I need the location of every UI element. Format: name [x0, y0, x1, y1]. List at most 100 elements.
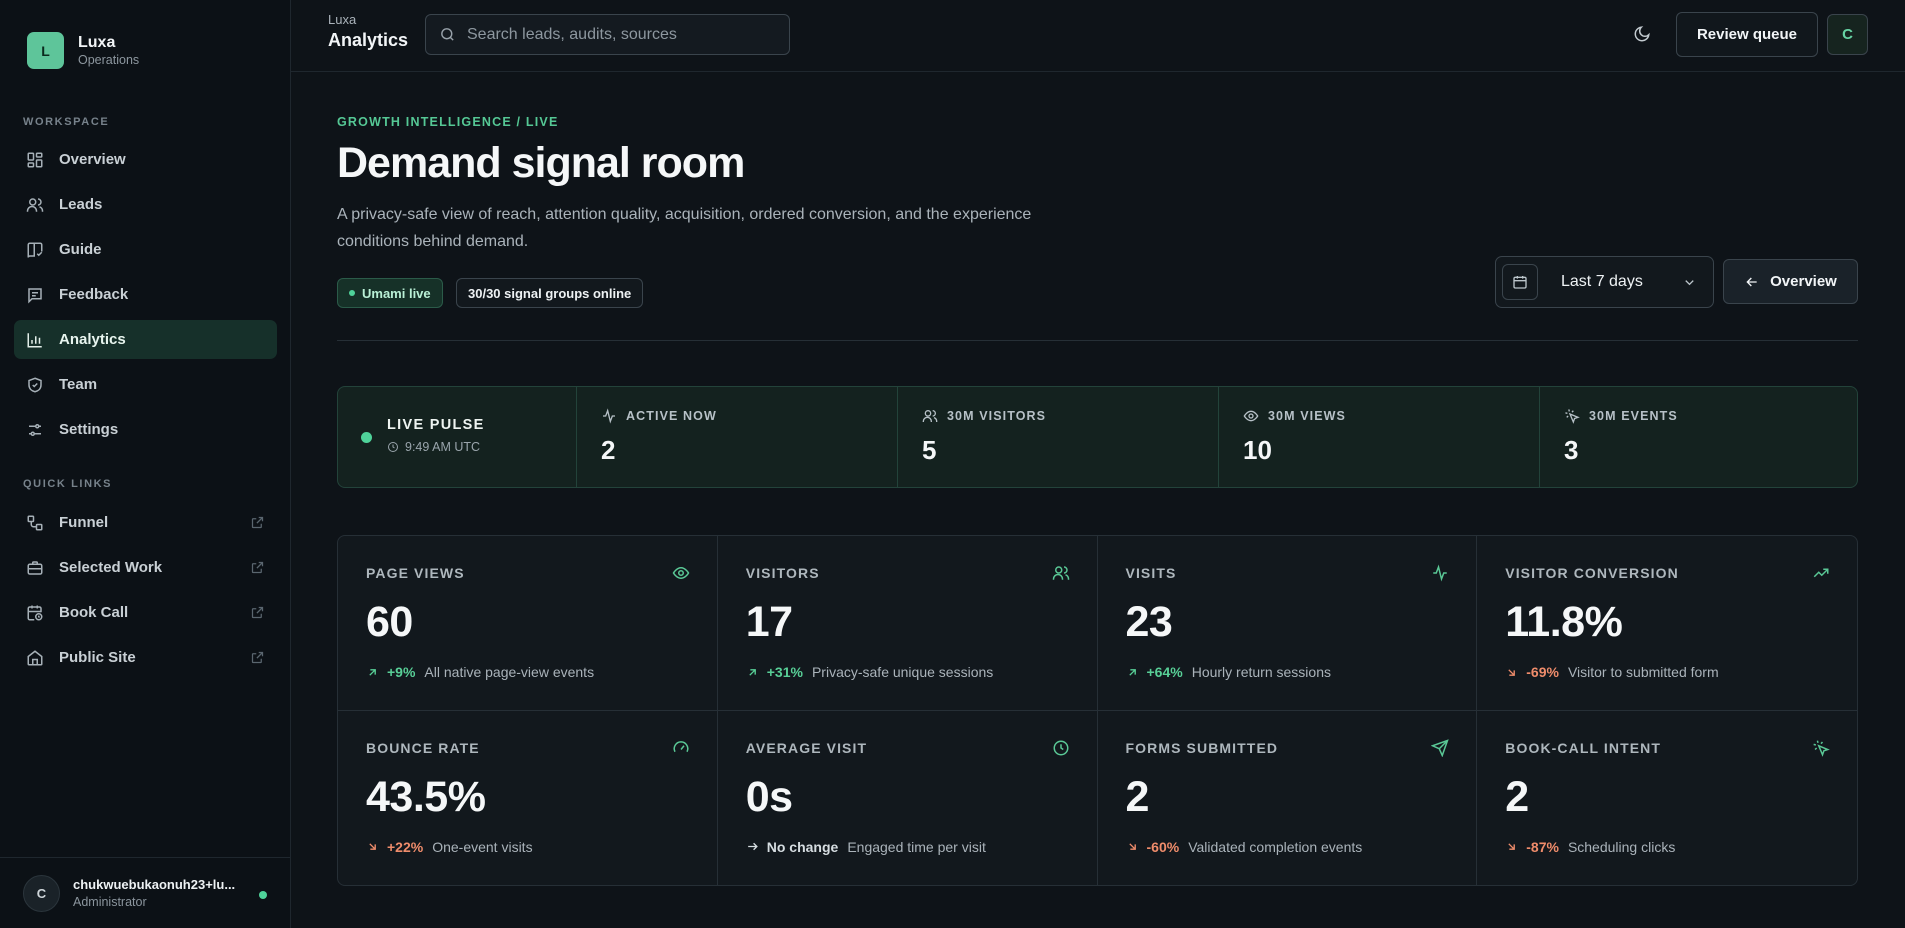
overview-button[interactable]: Overview — [1723, 259, 1858, 304]
overview-button-label: Overview — [1770, 273, 1837, 290]
sidebar-item-label: Overview — [59, 151, 126, 168]
sidebar-item-label: Leads — [59, 196, 103, 213]
arrow-left-icon — [1746, 277, 1757, 286]
quick-link-book-call[interactable]: Book Call — [14, 593, 277, 632]
search-input[interactable] — [467, 25, 777, 44]
sidebar-item-leads[interactable]: Leads — [14, 185, 277, 224]
brand-name: Luxa — [78, 33, 116, 51]
pulse-metric-value: 10 — [1243, 435, 1272, 465]
sidebar-item-label: Guide — [59, 241, 102, 258]
topbar: Luxa Analytics Review queue C — [291, 0, 1905, 72]
sidebar-item-guide[interactable]: Guide — [14, 230, 277, 269]
quick-link-selected-work[interactable]: Selected Work — [14, 548, 277, 587]
kpi-label: VISITORS — [745, 565, 820, 581]
pulse-metric-active-now: ACTIVE NOW 2 — [576, 387, 897, 487]
search-icon — [441, 28, 454, 41]
date-range-select[interactable]: Last 7 days — [1495, 256, 1714, 308]
quick-link-label: Selected Work — [59, 559, 163, 576]
sidebar: L Luxa Operations WORKSPACE Overview Lea… — [0, 0, 291, 928]
kpi-delta: -69% — [1526, 664, 1559, 680]
pulse-metric-label: 30M EVENTS — [1589, 409, 1678, 423]
external-link-icon — [251, 561, 264, 574]
moon-icon[interactable] — [1633, 25, 1651, 43]
clock-icon — [1053, 740, 1068, 755]
users-icon — [26, 197, 44, 212]
arrow-down-right-icon — [1508, 668, 1516, 676]
clock-icon — [388, 442, 398, 452]
app-name: Luxa — [328, 12, 357, 27]
kpi-value: 2 — [1125, 772, 1150, 821]
review-queue-button[interactable]: Review queue — [1676, 12, 1818, 57]
kpi-card-forms-submitted: FORMS SUBMITTED 2 -60% Validated complet… — [1098, 710, 1478, 885]
main-content: GROWTH INTELLIGENCE / LIVE Demand signal… — [291, 73, 1905, 928]
kpi-label: BOUNCE RATE — [366, 739, 480, 756]
search-box[interactable] — [425, 14, 790, 55]
quick-links-section-label: QUICK LINKS — [23, 478, 113, 490]
arrow-down-right-icon — [1508, 843, 1516, 850]
kpi-label: AVERAGE VISIT — [745, 739, 868, 756]
kpi-delta: +31% — [766, 664, 803, 680]
pulse-metric-label: 30M VIEWS — [1268, 409, 1346, 423]
pulse-metric-value: 5 — [922, 435, 937, 465]
sidebar-item-overview[interactable]: Overview — [14, 140, 277, 179]
sidebar-item-label: Feedback — [59, 286, 129, 303]
bar-chart-icon — [27, 332, 42, 347]
sidebar-item-analytics[interactable]: Analytics — [14, 320, 277, 359]
pulse-metric-visitors: 30M VISITORS 5 — [897, 387, 1218, 487]
page-title: Analytics — [328, 30, 409, 50]
kpi-value: 23 — [1125, 598, 1173, 646]
kpi-label: VISITS — [1125, 565, 1177, 581]
quick-link-funnel[interactable]: Funnel — [14, 503, 277, 542]
pulse-metric-label: 30M VISITORS — [947, 409, 1047, 423]
brand-logo: L — [27, 32, 64, 69]
sidebar-item-settings[interactable]: Settings — [14, 410, 277, 449]
quick-link-label: Book Call — [59, 604, 129, 621]
account-avatar-button[interactable]: C — [1827, 14, 1868, 55]
workspace-section-label: WORKSPACE — [23, 116, 110, 128]
arrow-up-right-icon — [369, 668, 376, 676]
sidebar-item-team[interactable]: Team — [14, 365, 277, 404]
kpi-note: Privacy-safe unique sessions — [811, 664, 994, 680]
page-heading: Demand signal room — [337, 139, 745, 187]
pulse-metric-label: ACTIVE NOW — [626, 409, 717, 423]
trending-up-icon — [1813, 568, 1829, 578]
kpi-label: FORMS SUBMITTED — [1125, 739, 1279, 756]
arrow-down-right-icon — [369, 843, 376, 850]
quick-link-public-site[interactable]: Public Site — [14, 638, 277, 677]
calendar-icon — [1502, 264, 1538, 300]
kpi-card-visitor-conversion: VISITOR CONVERSION 11.8% -69% Visitor to… — [1477, 536, 1857, 711]
sliders-icon — [29, 423, 41, 436]
book-icon — [27, 242, 43, 258]
kpi-delta: No change — [766, 838, 839, 855]
kpi-label: BOOK-CALL INTENT — [1505, 739, 1662, 756]
pulse-metric-views: 30M VIEWS 10 — [1218, 387, 1539, 487]
arrow-right-icon — [747, 842, 758, 851]
kpi-value: 43.5% — [366, 772, 486, 821]
live-time-label: 9:49 AM UTC — [405, 440, 481, 454]
live-pulse-time: 9:49 AM UTC — [387, 440, 480, 454]
home-icon — [27, 649, 43, 665]
kpi-value: 0s — [745, 772, 793, 821]
sidebar-item-feedback[interactable]: Feedback — [14, 275, 277, 314]
live-pulse-cell: LIVE PULSE 9:49 AM UTC — [338, 387, 576, 487]
arrow-down-right-icon — [1128, 843, 1136, 850]
kpi-value: 11.8% — [1505, 598, 1623, 646]
kpi-note: Scheduling clicks — [1567, 838, 1676, 855]
sidebar-item-label: Team — [59, 376, 98, 393]
page-title-block: Luxa Analytics — [328, 12, 408, 52]
kpi-card-book-call-intent: BOOK-CALL INTENT 2 -87% Scheduling click… — [1477, 711, 1857, 886]
signal-groups-badge: 30/30 signal groups online — [456, 278, 644, 308]
badge-label: Umami live — [362, 285, 431, 301]
activity-icon — [1433, 564, 1447, 582]
avatar: C — [23, 874, 60, 912]
send-icon — [1431, 738, 1449, 757]
date-range-label: Last 7 days — [1561, 273, 1643, 290]
kpi-card-bounce-rate: BOUNCE RATE 43.5% +22% One-event visits — [338, 710, 718, 885]
brand[interactable]: L Luxa Operations — [27, 32, 139, 69]
pulse-metric-value: 2 — [601, 435, 616, 465]
chevron-down-icon — [1685, 280, 1694, 286]
kpi-note: All native page-view events — [424, 664, 595, 680]
user-profile[interactable]: C chukwuebukaonuh23+lu... Administrator — [0, 857, 290, 928]
external-link-icon — [251, 651, 264, 664]
kpi-card-visitors: VISITORS 17 +31% Privacy-safe unique ses… — [717, 536, 1098, 711]
